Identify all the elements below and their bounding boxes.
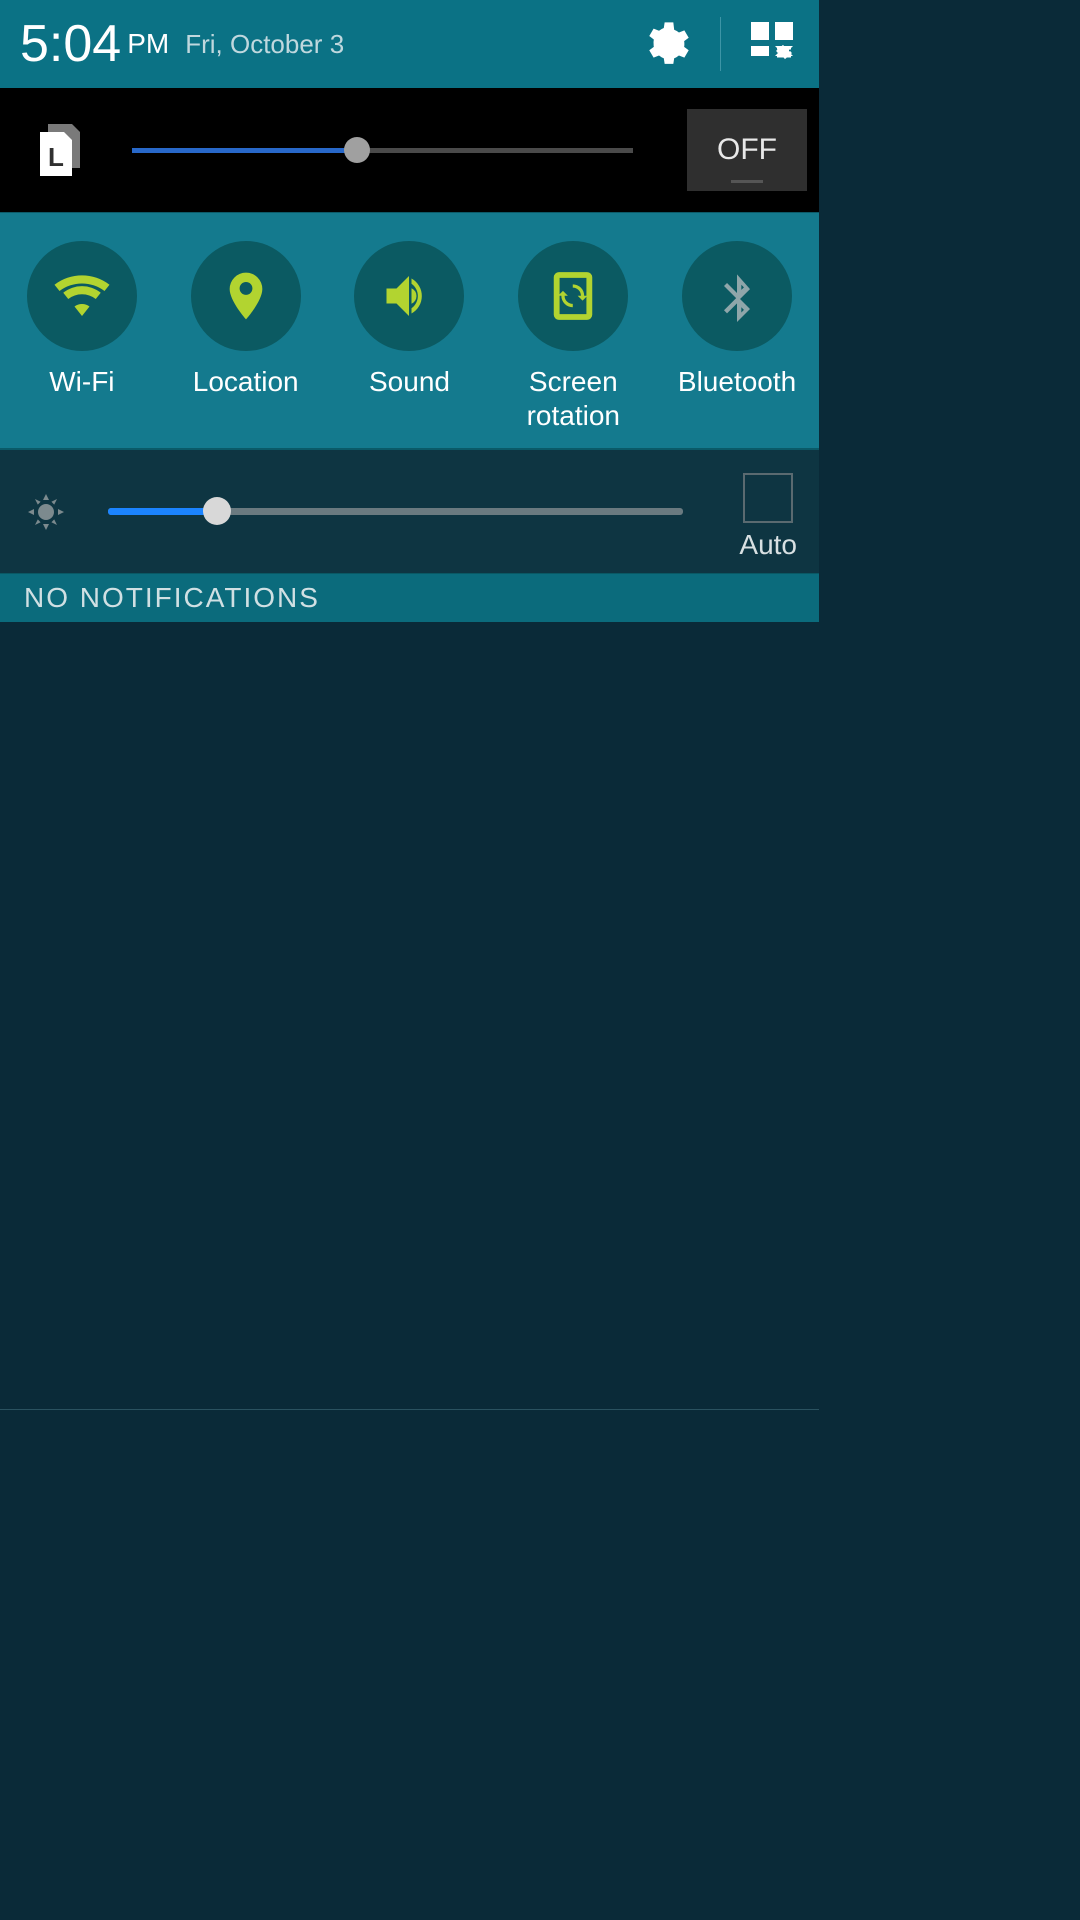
toggle-label: Bluetooth <box>678 365 796 399</box>
sim-volume-row: L OFF <box>0 88 819 212</box>
bluetooth-icon <box>711 270 763 322</box>
sim-slider[interactable] <box>132 148 633 153</box>
no-notifications-bar: NO NOTIFICATIONS <box>0 574 819 622</box>
location-icon <box>218 268 274 324</box>
auto-checkbox[interactable] <box>743 473 793 523</box>
rotation-icon <box>545 268 601 324</box>
no-notifications-text: NO NOTIFICATIONS <box>24 582 320 614</box>
sim-slider-thumb[interactable] <box>344 137 370 163</box>
auto-brightness: Auto <box>739 473 797 561</box>
bottom-divider <box>0 1409 819 1410</box>
header-divider <box>720 17 721 71</box>
sim-slider-fill <box>132 148 357 153</box>
brightness-slider-thumb[interactable] <box>203 497 231 525</box>
toggle-sound[interactable]: Sound <box>329 241 489 399</box>
clock-time: 5:04 <box>20 14 121 74</box>
clock-ampm: PM <box>127 28 169 60</box>
clock-date: Fri, October 3 <box>185 29 344 60</box>
wifi-icon <box>52 266 112 326</box>
quick-toggles-row: Wi-Fi Location Sound Screen rotation Blu… <box>0 212 819 450</box>
off-button[interactable]: OFF <box>687 109 807 191</box>
toggle-label: Sound <box>369 365 450 399</box>
sim-card-icon: L <box>34 120 84 180</box>
quick-settings-grid-icon[interactable] <box>747 18 799 70</box>
svg-text:L: L <box>48 142 64 172</box>
settings-icon[interactable] <box>638 18 690 70</box>
brightness-row: Auto <box>0 450 819 574</box>
status-header: 5:04 PM Fri, October 3 <box>0 0 819 88</box>
toggle-location[interactable]: Location <box>166 241 326 399</box>
toggle-bluetooth[interactable]: Bluetooth <box>657 241 817 399</box>
notifications-body <box>0 622 819 1432</box>
toggle-label: Screen rotation <box>527 365 620 432</box>
brightness-slider[interactable] <box>108 508 683 515</box>
brightness-slider-fill <box>108 508 217 515</box>
toggle-label: Location <box>193 365 299 399</box>
brightness-icon <box>22 488 70 536</box>
sound-icon <box>379 266 439 326</box>
toggle-wifi[interactable]: Wi-Fi <box>2 241 162 399</box>
toggle-rotation[interactable]: Screen rotation <box>493 241 653 432</box>
auto-label: Auto <box>739 529 797 561</box>
toggle-label: Wi-Fi <box>49 365 114 399</box>
